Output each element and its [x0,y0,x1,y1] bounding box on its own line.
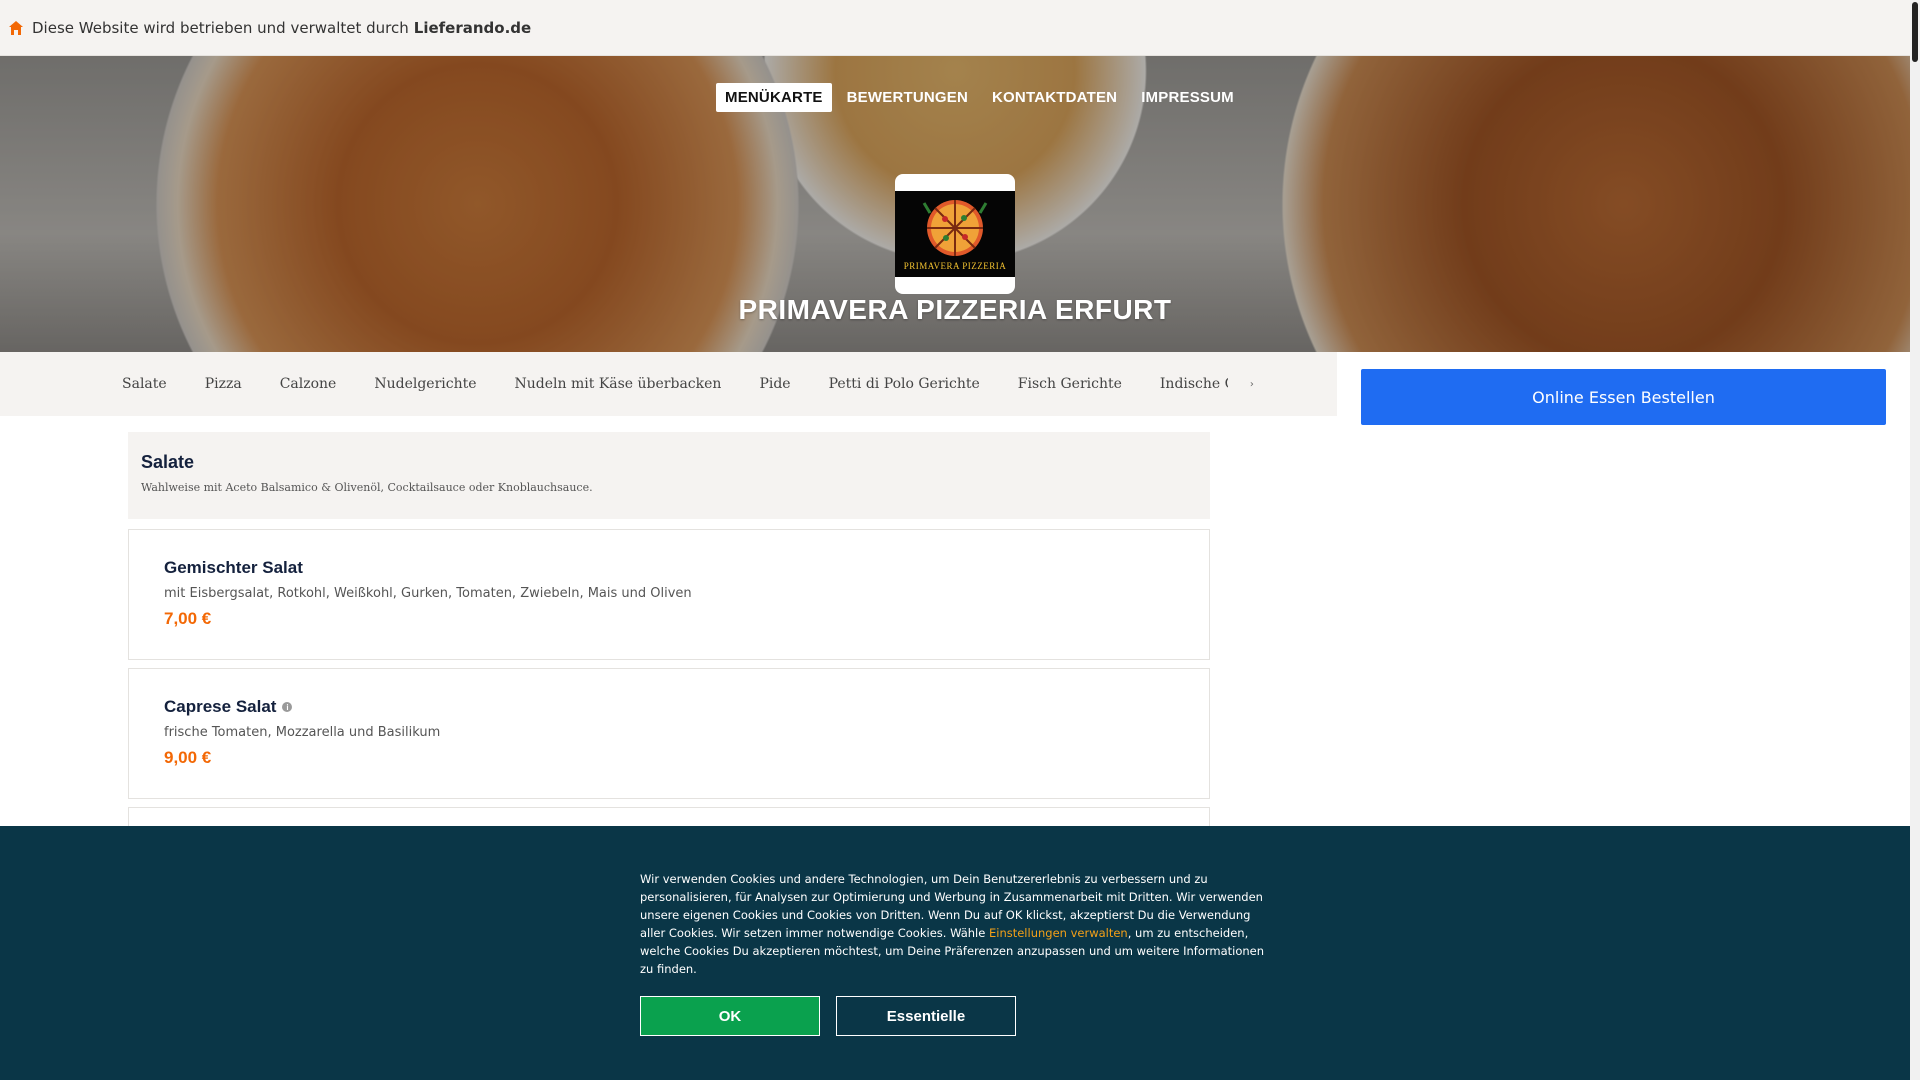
dish-card[interactable]: Gemischter Salat mit Eisbergsalat, Rotko… [128,529,1210,660]
restaurant-logo: PRIMAVERA PIZZERIA [895,174,1015,294]
section-title: Salate [141,452,195,472]
cookie-banner: Wir verwenden Cookies und andere Technol… [0,826,1910,1080]
category-section-header: Salate Wahlweise mit Aceto Balsamico & O… [128,432,1210,519]
online-order-button[interactable]: Online Essen Bestellen [1361,369,1886,425]
nav-impressum[interactable]: IMPRESSUM [1132,83,1243,112]
category-nudelgerichte[interactable]: Nudelgerichte [374,376,476,392]
nav-menukarte[interactable]: MENÜKARTE [716,83,832,112]
category-indische[interactable]: Indische G [1160,376,1228,392]
dish-price: 7,00 € [164,609,212,628]
category-fisch[interactable]: Fisch Gerichte [1018,376,1122,392]
hero-banner: MENÜKARTE BEWERTUNGEN KONTAKTDATEN IMPRE… [0,56,1910,352]
pizza-logo-icon [922,200,988,256]
chevron-right-icon[interactable]: › [1250,379,1254,390]
dish-card[interactable]: Caprese Salat i frische Tomaten, Mozzarel… [128,668,1210,799]
cookie-essential-button[interactable]: Essentielle [836,996,1016,1036]
cookie-text: Wir verwenden Cookies und andere Technol… [640,870,1270,978]
house-icon [8,20,24,36]
dish-price: 9,00 € [164,748,212,767]
dish-description: mit Eisbergsalat, Rotkohl, Weißkohl, Gur… [164,586,692,601]
category-salate[interactable]: Salate [122,376,167,392]
scrollbar-thumb[interactable] [1912,2,1918,62]
dish-name: Caprese Salat i [164,697,1174,717]
cookie-settings-link[interactable]: Einstellungen verwalten [989,926,1128,940]
operator-bar: Diese Website wird betrieben und verwalt… [0,0,1910,56]
category-calzone[interactable]: Calzone [280,376,337,392]
dish-name-text: Caprese Salat [164,697,277,716]
category-pizza[interactable]: Pizza [205,376,242,392]
dish-name: Gemischter Salat [164,558,1174,578]
category-nudeln-kaese[interactable]: Nudeln mit Käse überbacken [515,376,722,392]
logo-image: PRIMAVERA PIZZERIA [895,191,1015,277]
category-bar: Salate Pizza Calzone Nudelgerichte Nudel… [0,352,1337,416]
category-pide[interactable]: Pide [759,376,790,392]
page-scrollbar[interactable] [1910,0,1920,1080]
nav-kontaktdaten[interactable]: KONTAKTDATEN [983,83,1126,112]
operator-text: Diese Website wird betrieben und verwalt… [32,18,409,37]
dish-name-text: Gemischter Salat [164,558,303,577]
operator-brand-link[interactable]: Lieferando.de [414,19,531,37]
logo-caption: PRIMAVERA PIZZERIA [903,261,1007,271]
category-petti-di-polo[interactable]: Petti di Polo Gerichte [829,376,980,392]
info-icon[interactable]: i [282,702,293,712]
section-description: Wahlweise mit Aceto Balsamico & Olivenöl… [141,481,593,494]
main-nav: MENÜKARTE BEWERTUNGEN KONTAKTDATEN IMPRE… [716,83,1249,112]
nav-bewertungen[interactable]: BEWERTUNGEN [838,83,977,112]
restaurant-name: PRIMAVERA PIZZERIA ERFURT [738,294,1172,325]
cookie-ok-button[interactable]: OK [640,996,820,1036]
dish-description: frische Tomaten, Mozzarella und Basiliku… [164,725,441,740]
